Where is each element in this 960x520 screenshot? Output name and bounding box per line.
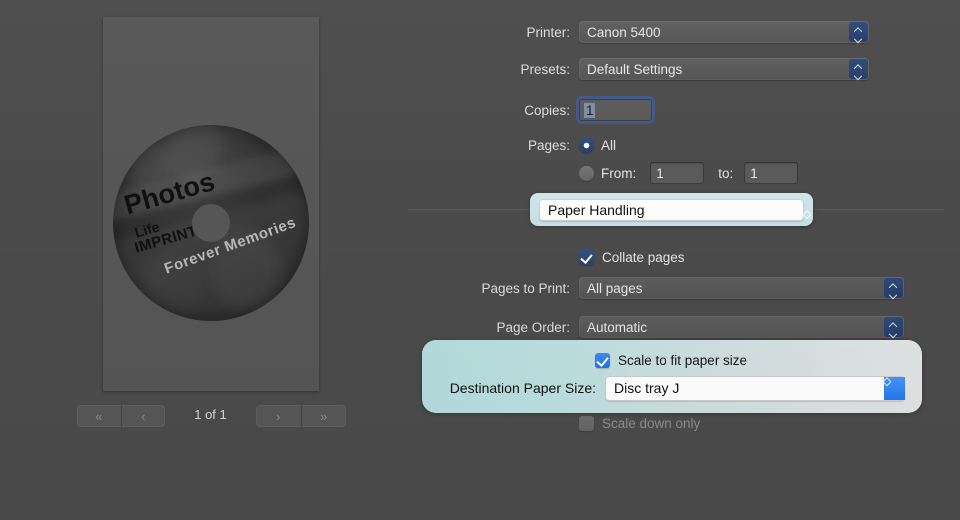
presets-label: Presets: xyxy=(420,62,579,77)
pages-to-input[interactable]: 1 xyxy=(744,162,798,184)
preview-pager: « ‹ 1 of 1 › » xyxy=(0,405,420,429)
scale-to-fit-checkbox[interactable] xyxy=(595,353,610,368)
pages-to-value: 1 xyxy=(744,166,758,181)
disc-center-hole xyxy=(192,204,230,242)
print-pane-selector-value: Paper Handling xyxy=(539,202,804,218)
collate-row: Collate pages xyxy=(420,246,685,268)
collate-checkbox[interactable] xyxy=(579,250,594,265)
pages-to-print-row: Pages to Print: All pages xyxy=(420,277,904,299)
scale-down-only-row: Scale down only xyxy=(420,412,700,434)
scale-to-fit-label: Scale to fit paper size xyxy=(618,353,747,368)
print-pane-selector[interactable]: Paper Handling xyxy=(539,199,804,221)
print-dialog: Photos Life IMPRINTS Forever Memories « … xyxy=(0,0,960,520)
pages-to-label: to: xyxy=(718,166,733,181)
printer-select[interactable]: Canon 5400 xyxy=(579,21,869,43)
destination-paper-size-highlight: Scale to fit paper size Destination Pape… xyxy=(422,340,922,413)
pages-from-input[interactable]: 1 xyxy=(650,162,704,184)
page-order-row: Page Order: Automatic xyxy=(420,316,904,338)
dialog-footer: ? PDF Hide Details Cancel Print xyxy=(0,465,960,520)
next-page-button[interactable]: › xyxy=(256,405,301,427)
destination-paper-size-row: Destination Paper Size: Disc tray J xyxy=(432,377,905,399)
page-order-label: Page Order: xyxy=(420,320,579,335)
presets-row: Presets: Default Settings xyxy=(420,58,869,80)
chevron-updown-icon xyxy=(849,22,868,42)
cd-disc-artwork: Photos Life IMPRINTS Forever Memories xyxy=(113,125,309,321)
copies-input[interactable]: 1 xyxy=(579,99,652,121)
pages-all-label: All xyxy=(601,138,616,153)
chevron-updown-icon xyxy=(884,317,903,337)
presets-select-value: Default Settings xyxy=(579,62,849,77)
pages-from-value: 1 xyxy=(650,166,664,181)
pages-from-label: From: xyxy=(601,166,636,181)
pages-to-print-label: Pages to Print: xyxy=(420,281,579,296)
chevron-updown-icon xyxy=(849,59,868,79)
destination-paper-size-select[interactable]: Disc tray J xyxy=(605,376,905,401)
destination-paper-size-label: Destination Paper Size: xyxy=(432,380,605,396)
copies-label: Copies: xyxy=(420,103,579,118)
page-count-label: 1 of 1 xyxy=(165,407,256,422)
collate-label: Collate pages xyxy=(602,250,685,265)
pages-range-radio[interactable] xyxy=(579,166,594,181)
pages-to-print-value: All pages xyxy=(579,281,884,296)
pages-range-row: From: 1 to: 1 xyxy=(420,162,798,184)
scale-to-fit-row: Scale to fit paper size xyxy=(595,349,747,371)
pages-label: Pages: xyxy=(420,138,579,153)
pages-all-radio[interactable] xyxy=(579,138,594,153)
print-pane-selector-highlight: Paper Handling xyxy=(530,193,813,226)
disc-preview: Photos Life IMPRINTS Forever Memories xyxy=(103,115,319,331)
first-page-button[interactable]: « xyxy=(77,405,121,427)
chevron-updown-icon xyxy=(884,278,903,298)
printer-row: Printer: Canon 5400 xyxy=(420,21,869,43)
chevron-updown-icon xyxy=(884,377,905,400)
destination-paper-size-value: Disc tray J xyxy=(605,380,884,396)
pages-all-row: Pages: All xyxy=(420,134,616,156)
scale-down-only-label: Scale down only xyxy=(602,416,700,431)
presets-select[interactable]: Default Settings xyxy=(579,58,869,80)
page-order-select[interactable]: Automatic xyxy=(579,316,904,338)
copies-input-value: 1 xyxy=(584,103,595,118)
last-page-button[interactable]: » xyxy=(301,405,347,427)
print-preview-pane: Photos Life IMPRINTS Forever Memories « … xyxy=(0,0,420,465)
previous-page-button[interactable]: ‹ xyxy=(121,405,166,427)
printer-select-value: Canon 5400 xyxy=(579,25,849,40)
scale-down-only-checkbox[interactable] xyxy=(579,416,594,431)
copies-row: Copies: 1 xyxy=(420,99,652,121)
printer-label: Printer: xyxy=(420,25,579,40)
pages-to-print-select[interactable]: All pages xyxy=(579,277,904,299)
pager-forward-group: › » xyxy=(256,405,346,427)
preview-page: Photos Life IMPRINTS Forever Memories xyxy=(103,17,319,391)
page-order-value: Automatic xyxy=(579,320,884,335)
pager-back-group: « ‹ xyxy=(77,405,165,427)
